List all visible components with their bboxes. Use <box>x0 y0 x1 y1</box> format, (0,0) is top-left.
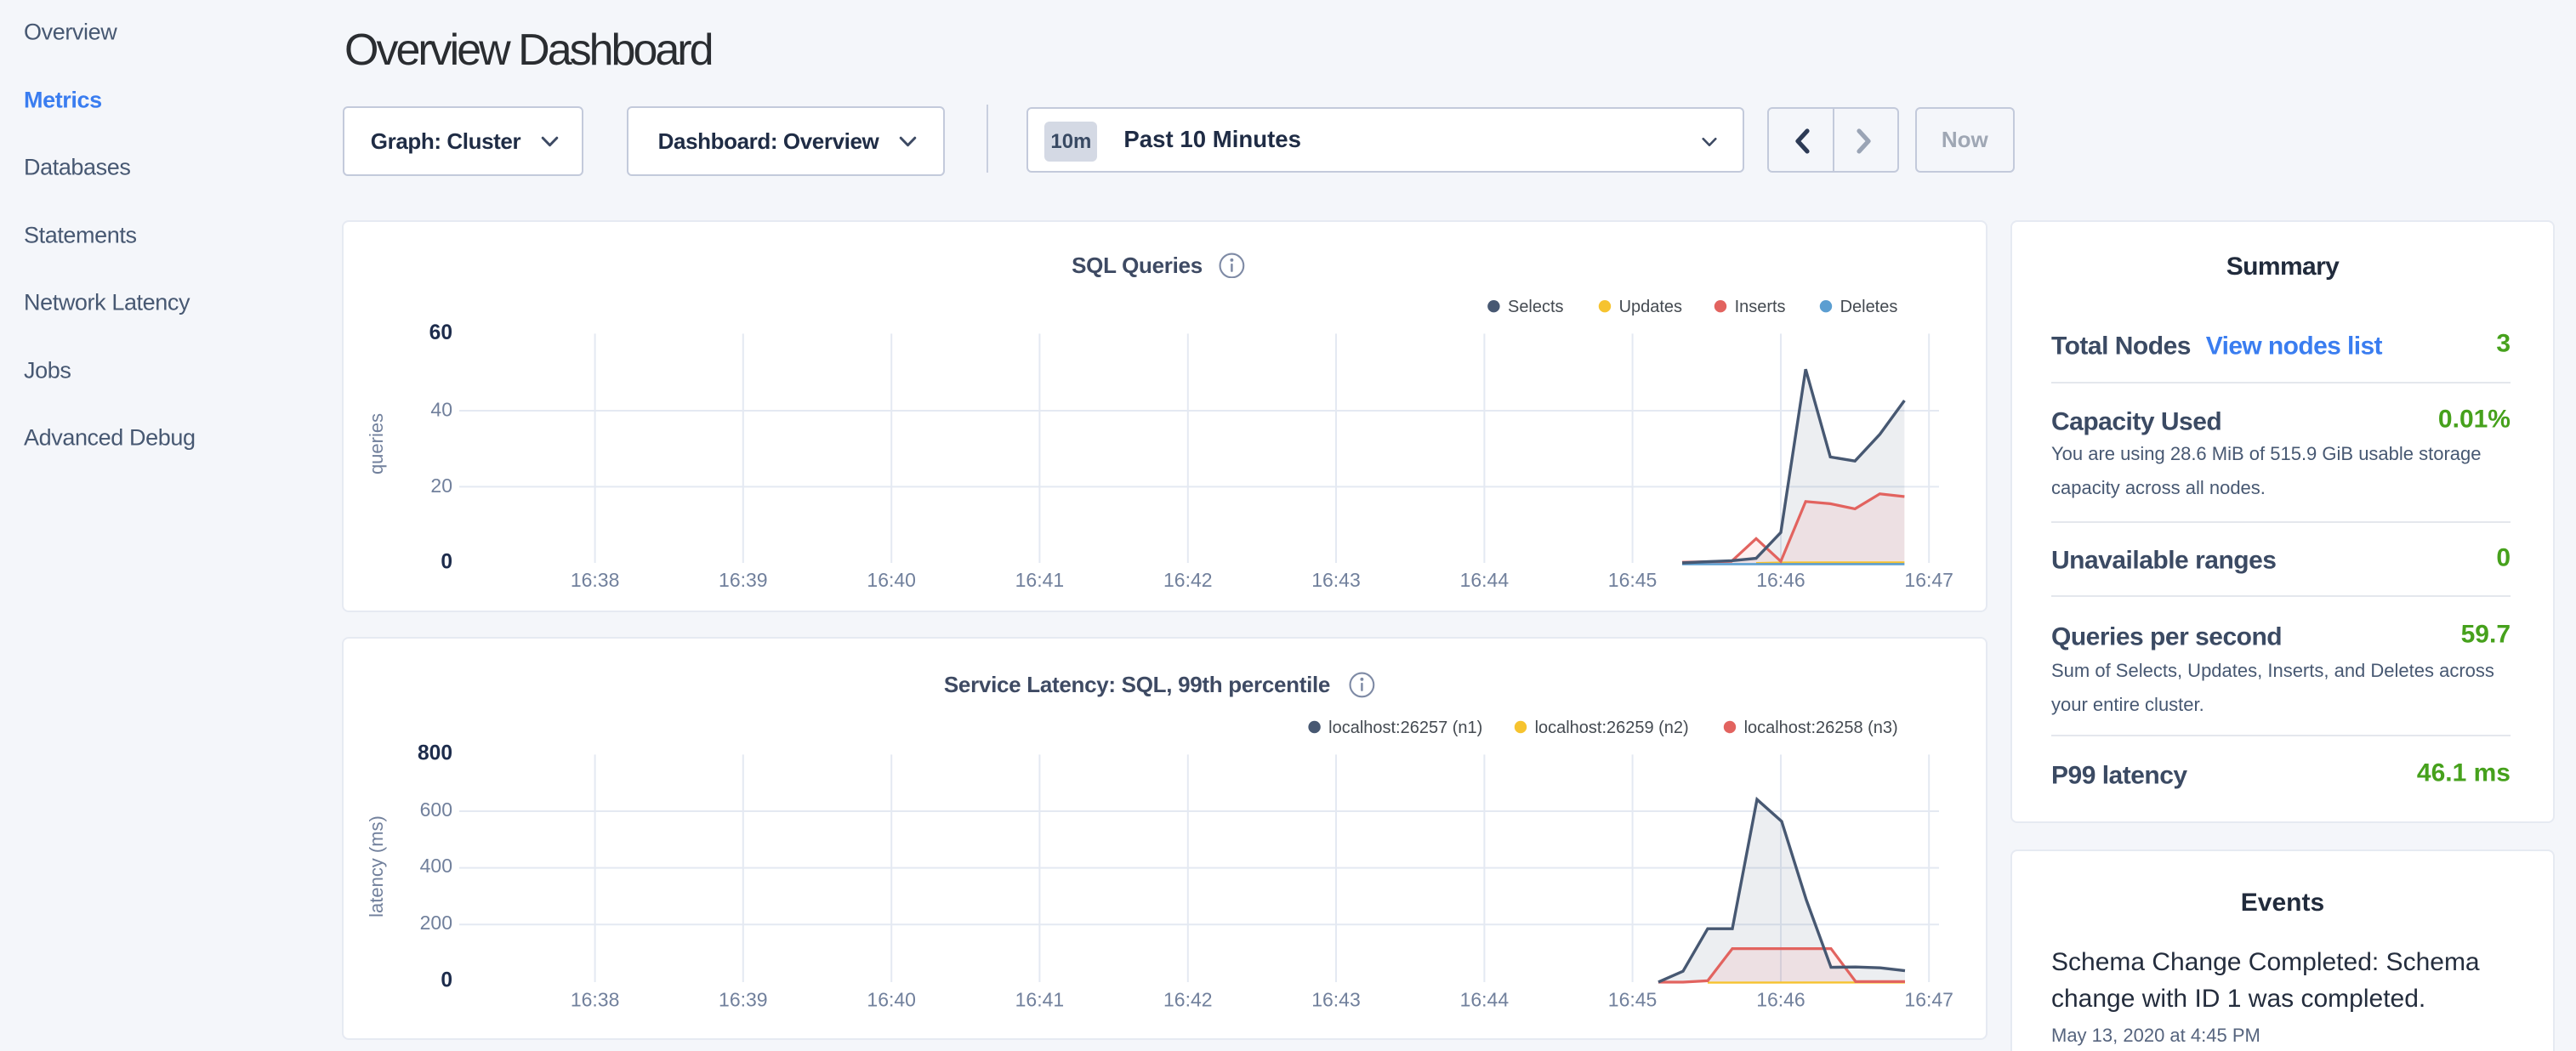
svg-text:16:40: 16:40 <box>867 569 916 591</box>
svg-text:16:46: 16:46 <box>1756 569 1805 591</box>
svg-text:Selects: Selects <box>1508 298 1564 316</box>
svg-text:16:46: 16:46 <box>1756 988 1805 1010</box>
svg-text:Deletes: Deletes <box>1840 298 1898 316</box>
svg-text:400: 400 <box>420 855 452 877</box>
svg-text:16:45: 16:45 <box>1608 988 1658 1010</box>
svg-text:16:47: 16:47 <box>1904 569 1953 591</box>
svg-text:Inserts: Inserts <box>1735 298 1786 316</box>
svg-text:600: 600 <box>420 798 452 820</box>
svg-text:20: 20 <box>430 474 452 497</box>
svg-text:16:43: 16:43 <box>1311 569 1361 591</box>
svg-text:16:42: 16:42 <box>1163 569 1213 591</box>
svg-text:16:47: 16:47 <box>1904 988 1953 1010</box>
svg-text:16:44: 16:44 <box>1460 988 1510 1010</box>
svg-text:16:39: 16:39 <box>719 569 768 591</box>
svg-text:Updates: Updates <box>1619 298 1682 316</box>
svg-text:16:41: 16:41 <box>1015 569 1065 591</box>
svg-text:localhost:26257 (n1): localhost:26257 (n1) <box>1328 719 1482 737</box>
svg-text:queries: queries <box>366 413 387 474</box>
svg-text:0: 0 <box>441 551 452 574</box>
svg-text:0: 0 <box>441 969 452 991</box>
svg-text:40: 40 <box>430 399 452 421</box>
svg-text:16:43: 16:43 <box>1311 988 1361 1010</box>
svg-text:16:40: 16:40 <box>867 988 916 1010</box>
svg-text:16:42: 16:42 <box>1163 988 1213 1010</box>
svg-text:16:38: 16:38 <box>571 988 620 1010</box>
svg-text:800: 800 <box>418 741 452 764</box>
svg-text:200: 200 <box>420 911 452 933</box>
svg-text:16:44: 16:44 <box>1460 569 1510 591</box>
svg-text:16:41: 16:41 <box>1015 988 1065 1010</box>
svg-text:latency (ms): latency (ms) <box>366 815 387 917</box>
svg-text:localhost:26259 (n2): localhost:26259 (n2) <box>1535 719 1689 737</box>
svg-text:localhost:26258 (n3): localhost:26258 (n3) <box>1744 719 1898 737</box>
svg-text:16:38: 16:38 <box>571 569 620 591</box>
svg-text:16:45: 16:45 <box>1608 569 1658 591</box>
svg-text:60: 60 <box>429 321 452 344</box>
svg-text:16:39: 16:39 <box>719 988 768 1010</box>
